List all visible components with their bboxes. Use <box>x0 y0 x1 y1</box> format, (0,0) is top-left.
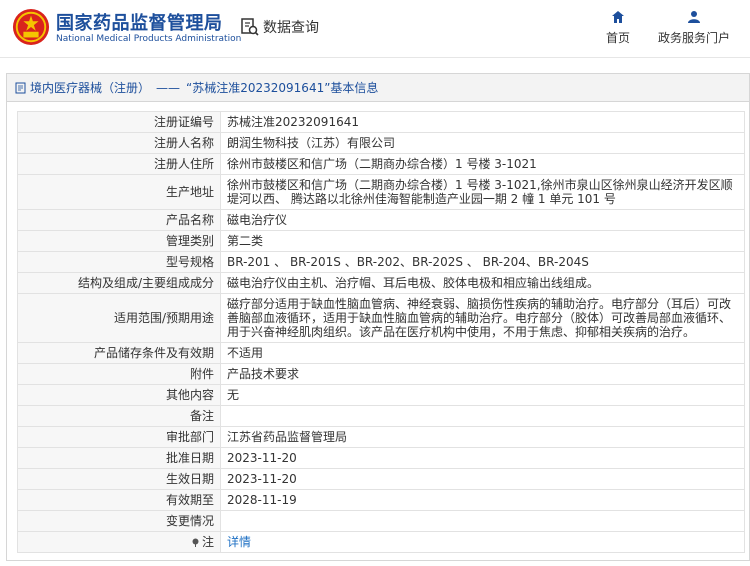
table-row: 审批部门 江苏省药品监督管理局 <box>17 426 745 448</box>
breadcrumb-category[interactable]: 境内医疗器械（注册） <box>30 79 150 96</box>
note-label: 注 <box>201 535 214 549</box>
table-row: 变更情况 <box>17 510 745 532</box>
breadcrumb: 境内医疗器械（注册） —— “苏械注准20232091641”基本信息 <box>7 74 749 102</box>
table-row: 生产地址 徐州市鼓楼区和信广场（二期商办综合楼）1 号楼 3-1021,徐州市泉… <box>17 174 745 210</box>
table-row: 型号规格 BR-201 、 BR-201S 、BR-202、BR-202S 、 … <box>17 251 745 273</box>
field-label: 型号规格 <box>17 251 221 273</box>
table-row: 批准日期 2023-11-20 <box>17 447 745 469</box>
field-label: 产品储存条件及有效期 <box>17 342 221 364</box>
person-icon <box>688 11 700 23</box>
field-value: 2023-11-20 <box>220 468 745 490</box>
table-row: 备注 <box>17 405 745 427</box>
details-link[interactable]: 详情 <box>227 535 251 549</box>
field-label: 附件 <box>17 363 221 385</box>
field-value: 江苏省药品监督管理局 <box>220 426 745 448</box>
field-value: 朗润生物科技（江苏）有限公司 <box>220 132 745 154</box>
field-value: 无 <box>220 384 745 406</box>
field-value: BR-201 、 BR-201S 、BR-202、BR-202S 、 BR-20… <box>220 251 745 273</box>
field-value: 磁电治疗仪由主机、治疗帽、耳后电极、胶体电极和相应输出线组成。 <box>220 272 745 294</box>
field-value: 产品技术要求 <box>220 363 745 385</box>
field-label: 结构及组成/主要组成成分 <box>17 272 221 294</box>
field-label: 变更情况 <box>17 510 221 532</box>
field-label: 产品名称 <box>17 209 221 231</box>
national-emblem-logo[interactable] <box>12 8 50 46</box>
field-label: 批准日期 <box>17 447 221 469</box>
field-label: 审批部门 <box>17 426 221 448</box>
field-label: 生产地址 <box>17 174 221 210</box>
table-row: 注 详情 <box>17 531 745 553</box>
nav-government-services[interactable]: 政务服务门户 <box>654 10 734 46</box>
field-value: 2023-11-20 <box>220 447 745 469</box>
nav-home-label: 首页 <box>605 31 630 45</box>
data-query-link[interactable]: 数据查询 <box>240 16 319 38</box>
registration-detail-table: 注册证编号 苏械注准20232091641 注册人名称 朗润生物科技（江苏）有限… <box>17 111 745 553</box>
table-row: 产品名称 磁电治疗仪 <box>17 209 745 231</box>
field-value: 磁电治疗仪 <box>220 209 745 231</box>
field-value: 苏械注准20232091641 <box>220 111 745 133</box>
table-row: 生效日期 2023-11-20 <box>17 468 745 490</box>
nav-home[interactable]: 首页 <box>578 10 658 46</box>
field-value: 不适用 <box>220 342 745 364</box>
field-label: 管理类别 <box>17 230 221 252</box>
table-row: 适用范围/预期用途 磁疗部分适用于缺血性脑血管病、神经衰弱、脑损伤性疾病的辅助治… <box>17 293 745 343</box>
field-value <box>220 510 745 532</box>
field-label: 其他内容 <box>17 384 221 406</box>
site-title[interactable]: 国家药品监督管理局 <box>56 9 223 35</box>
table-row: 管理类别 第二类 <box>17 230 745 252</box>
field-label: 备注 <box>17 405 221 427</box>
home-icon <box>612 11 624 23</box>
search-document-icon <box>241 18 259 36</box>
field-value: 第二类 <box>220 230 745 252</box>
breadcrumb-record: “苏械注准20232091641”基本信息 <box>186 81 379 95</box>
table-row: 有效期至 2028-11-19 <box>17 489 745 511</box>
table-row: 产品储存条件及有效期 不适用 <box>17 342 745 364</box>
table-row: 其他内容 无 <box>17 384 745 406</box>
field-value: 2028-11-19 <box>220 489 745 511</box>
field-label: 注册人住所 <box>17 153 221 175</box>
table-row: 注册证编号 苏械注准20232091641 <box>17 111 745 133</box>
site-subtitle: National Medical Products Administration <box>56 34 242 44</box>
field-value: 徐州市鼓楼区和信广场（二期商办综合楼）1 号楼 3-1021 <box>220 153 745 175</box>
table-row: 附件 产品技术要求 <box>17 363 745 385</box>
table-row: 注册人住所 徐州市鼓楼区和信广场（二期商办综合楼）1 号楼 3-1021 <box>17 153 745 175</box>
nav-service-label: 政务服务门户 <box>657 31 730 45</box>
field-value <box>220 405 745 427</box>
field-label: 注册人名称 <box>17 132 221 154</box>
field-value: 磁疗部分适用于缺血性脑血管病、神经衰弱、脑损伤性疾病的辅助治疗。电疗部分（耳后）… <box>220 293 745 343</box>
table-row: 注册人名称 朗润生物科技（江苏）有限公司 <box>17 132 745 154</box>
field-label: 有效期至 <box>17 489 221 511</box>
breadcrumb-separator: —— <box>156 80 181 95</box>
note-label-cell: 注 <box>17 531 221 553</box>
field-label: 注册证编号 <box>17 111 221 133</box>
site-header: 国家药品监督管理局 National Medical Products Admi… <box>0 0 750 58</box>
data-query-label: 数据查询 <box>263 20 319 36</box>
document-icon <box>15 82 26 93</box>
table-row: 结构及组成/主要组成成分 磁电治疗仪由主机、治疗帽、耳后电极、胶体电极和相应输出… <box>17 272 745 294</box>
pin-icon <box>192 538 199 547</box>
detail-panel: 境内医疗器械（注册） —— “苏械注准20232091641”基本信息 注册证编… <box>6 73 750 561</box>
field-value: 徐州市鼓楼区和信广场（二期商办综合楼）1 号楼 3-1021,徐州市泉山区徐州泉… <box>220 174 745 210</box>
note-value-cell: 详情 <box>220 531 745 553</box>
field-label: 适用范围/预期用途 <box>17 293 221 343</box>
field-label: 生效日期 <box>17 468 221 490</box>
